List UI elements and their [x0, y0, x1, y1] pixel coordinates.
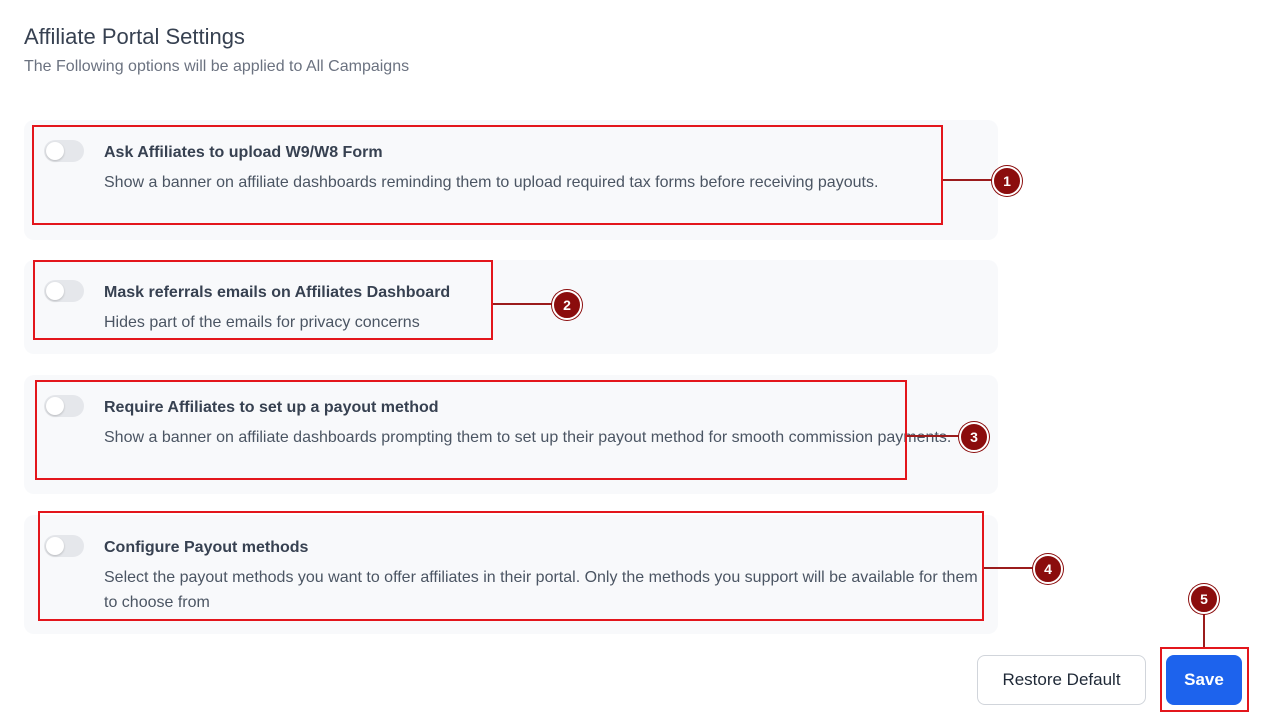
connector-line-2	[493, 303, 553, 305]
connector-line-3	[907, 435, 960, 437]
save-button[interactable]: Save	[1166, 655, 1242, 705]
annotation-badge-3: 3	[959, 422, 989, 452]
annotation-badge-5: 5	[1189, 584, 1219, 614]
highlight-box-2	[33, 260, 493, 340]
page-title: Affiliate Portal Settings	[24, 24, 245, 49]
highlight-box-3	[35, 380, 907, 480]
restore-default-button[interactable]: Restore Default	[977, 655, 1146, 705]
annotation-badge-2: 2	[552, 290, 582, 320]
highlight-box-4	[38, 511, 984, 621]
connector-line-5	[1203, 612, 1205, 647]
annotation-badge-1: 1	[992, 166, 1022, 196]
connector-line-1	[943, 179, 993, 181]
highlight-box-1	[32, 125, 943, 225]
annotation-badge-4: 4	[1033, 554, 1063, 584]
connector-line-4	[984, 567, 1034, 569]
page-subtitle: The Following options will be applied to…	[24, 58, 410, 75]
